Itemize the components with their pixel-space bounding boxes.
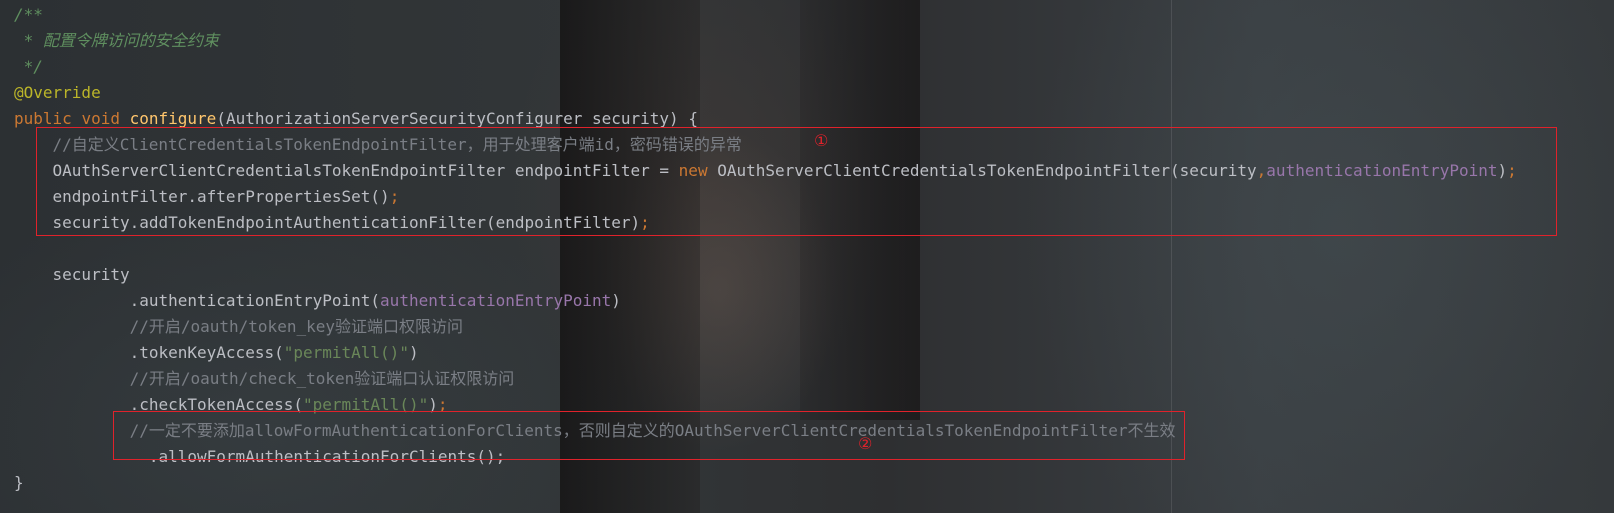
code-token: authenticationEntryPoint <box>380 291 612 310</box>
annotation-marker-1: ① <box>814 131 829 150</box>
code-line[interactable]: //开启/oauth/check_token验证端口认证权限访问 <box>14 366 1517 392</box>
code-line[interactable]: .tokenKeyAccess("permitAll()") <box>14 340 1517 366</box>
annotation-box-1 <box>36 127 1557 236</box>
code-line[interactable]: } <box>14 470 1517 496</box>
code-token: /** <box>14 5 43 24</box>
code-token: */ <box>14 57 43 76</box>
code-token: ) <box>408 343 419 362</box>
code-line[interactable]: .authenticationEntryPoint(authentication… <box>14 288 1517 314</box>
code-token: ) <box>611 291 621 310</box>
code-line[interactable]: security <box>14 262 1517 288</box>
code-line[interactable]: //开启/oauth/token_key验证端口权限访问 <box>14 314 1517 340</box>
code-token: .authenticationEntryPoint( <box>14 291 381 310</box>
code-token: void <box>81 109 120 128</box>
annotation-box-2 <box>113 411 1185 460</box>
code-token: security <box>14 265 130 284</box>
code-token: "permitAll()" <box>283 343 409 362</box>
code-line[interactable]: @Override <box>14 80 1517 106</box>
code-token: public <box>14 109 72 128</box>
code-token: configure <box>129 109 217 128</box>
code-token: * 配置令牌访问的安全约束 <box>14 31 219 50</box>
annotation-marker-2: ② <box>858 434 873 453</box>
code-token: (AuthorizationServerSecurityConfigurer s… <box>216 109 698 128</box>
code-token: .tokenKeyAccess( <box>14 343 284 362</box>
code-line[interactable]: * 配置令牌访问的安全约束 <box>14 28 1517 54</box>
code-token: @Override <box>14 83 101 102</box>
code-line[interactable] <box>14 236 1517 262</box>
code-line[interactable]: */ <box>14 54 1517 80</box>
editor-screenshot: /** * 配置令牌访问的安全约束 */ @Override public void… <box>0 0 1614 513</box>
code-token: } <box>14 473 24 492</box>
code-line[interactable]: /** <box>14 2 1517 28</box>
code-token: //开启/oauth/token_key验证端口权限访问 <box>14 317 463 336</box>
code-token: //开启/oauth/check_token验证端口认证权限访问 <box>14 369 515 388</box>
